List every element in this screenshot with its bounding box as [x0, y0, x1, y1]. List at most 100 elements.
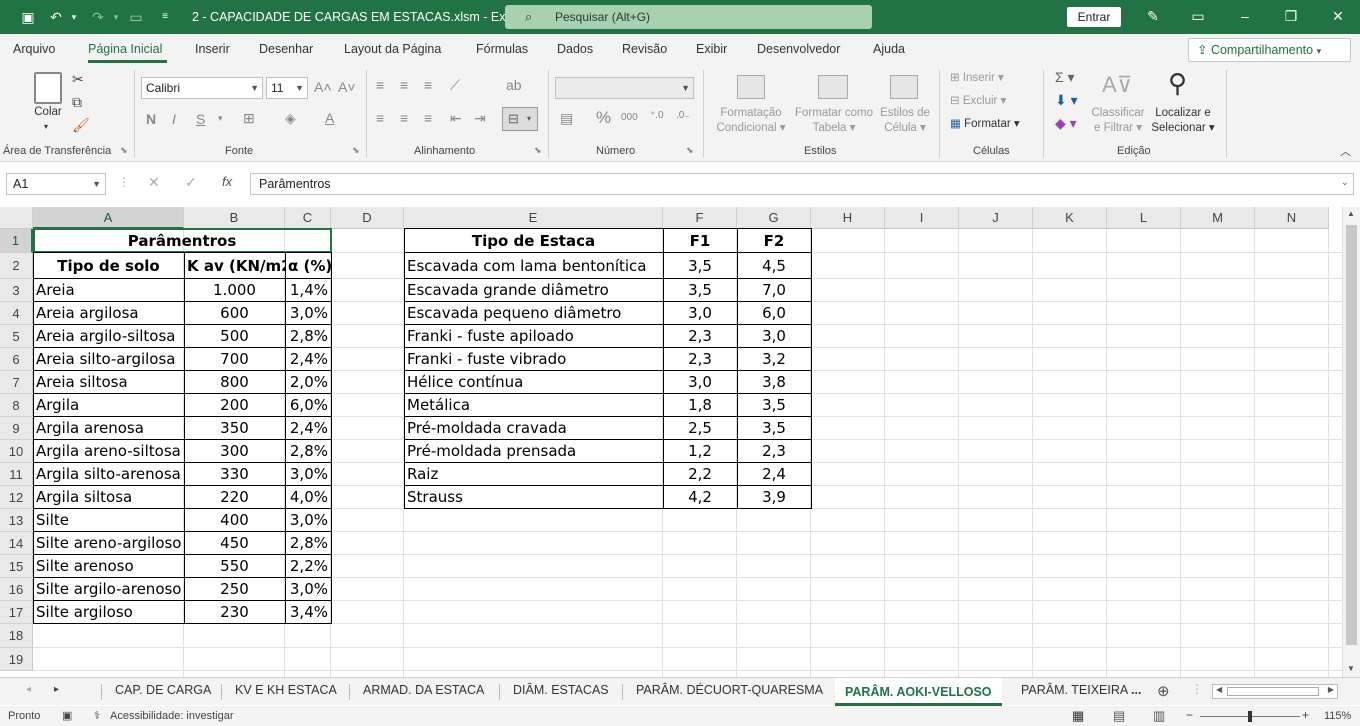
row-header-12[interactable]: 12 — [0, 486, 33, 509]
zoom-slider-thumb[interactable] — [1248, 711, 1252, 722]
tab-dados[interactable]: Dados — [557, 42, 593, 56]
number-launcher-icon[interactable]: ⬊ — [686, 145, 694, 156]
increase-font-icon[interactable]: A˄ — [314, 79, 332, 95]
alignment-launcher-icon[interactable]: ⬊ — [534, 145, 542, 156]
ribbon-display-icon[interactable]: ▭ — [1188, 8, 1208, 25]
row-header-11[interactable]: 11 — [0, 463, 33, 486]
column-header-N[interactable]: N — [1255, 207, 1329, 229]
column-header-E[interactable]: E — [404, 207, 663, 229]
redo-icon[interactable]: ↷ — [90, 9, 106, 25]
tab-pagina-inicial[interactable]: Página Inicial — [88, 42, 162, 56]
underline-dropdown-icon[interactable]: ▾ — [218, 113, 223, 124]
page-break-view-icon[interactable]: ▥ — [1153, 708, 1165, 724]
sort-filter-button[interactable]: Classificar e Filtrar ▾ — [1088, 106, 1148, 136]
format-table-icon[interactable] — [818, 75, 848, 99]
tab-desenhar[interactable]: Desenhar — [259, 42, 313, 56]
align-middle-icon[interactable]: ≡ — [400, 77, 408, 93]
row-header-18[interactable]: 18 — [0, 624, 33, 648]
more-sheets[interactable]: ... — [1131, 683, 1141, 697]
normal-view-icon[interactable]: ▦ — [1072, 708, 1084, 724]
horizontal-scrollbar[interactable]: ◀ ▶ — [1212, 684, 1338, 699]
sheet-tab[interactable]: PARÂM. TEIXEIRA — [1021, 683, 1128, 697]
decrease-indent-icon[interactable]: ⇤ — [450, 110, 462, 127]
tab-desenvolvedor[interactable]: Desenvolvedor — [757, 42, 840, 56]
row-header-2[interactable]: 2 — [0, 253, 33, 279]
accessibility-status[interactable]: Acessibilidade: investigar — [110, 710, 234, 722]
insert-cells-button[interactable]: ⊞ Inserir ▾ — [950, 71, 1004, 86]
column-header-G[interactable]: G — [737, 207, 811, 229]
row-header-19[interactable]: 19 — [0, 648, 33, 671]
signin-button[interactable]: Entrar — [1067, 7, 1121, 27]
tab-inserir[interactable]: Inserir — [195, 42, 230, 56]
percent-icon[interactable]: % — [596, 108, 611, 128]
macro-record-icon[interactable]: ▣ — [62, 709, 72, 722]
column-header-H[interactable]: H — [811, 207, 885, 229]
clear-icon[interactable]: ◆ ▾ — [1055, 115, 1077, 132]
customize-toolbar-icon[interactable]: ≡ — [157, 9, 173, 25]
cell-styles-button[interactable]: Estilos de Célula ▾ — [876, 106, 934, 136]
row-header-14[interactable]: 14 — [0, 532, 33, 555]
row-header-9[interactable]: 9 — [0, 417, 33, 440]
align-center-icon[interactable]: ≡ — [400, 110, 408, 126]
decrease-decimal-icon[interactable]: .0₋ — [676, 110, 690, 121]
merge-center-button[interactable]: ⊟ ▾ — [502, 107, 538, 131]
select-all-corner[interactable] — [0, 207, 33, 229]
font-size-select[interactable]: 11 ▼ — [266, 77, 308, 99]
row-header-6[interactable]: 6 — [0, 348, 33, 371]
accounting-format-icon[interactable]: ▤ — [560, 110, 573, 127]
prev-sheet-icon[interactable]: ◂ — [26, 684, 31, 695]
column-header-F[interactable]: F — [663, 207, 737, 229]
row-header-5[interactable]: 5 — [0, 325, 33, 348]
font-name-select[interactable]: Calibri ▼ — [141, 77, 263, 99]
copy-icon[interactable]: ⧉ — [72, 94, 82, 111]
accessibility-icon[interactable]: ⚕ — [94, 709, 100, 722]
fill-color-icon[interactable]: ◈ — [285, 110, 296, 127]
font-color-icon[interactable]: A — [325, 110, 334, 126]
share-button[interactable]: ⇪ Compartilhamento ▾ — [1188, 38, 1351, 62]
add-sheet-icon[interactable]: ⊕ — [1157, 682, 1170, 700]
row-header-13[interactable]: 13 — [0, 509, 33, 532]
sort-filter-icon[interactable]: A⊽ — [1102, 72, 1133, 98]
format-painter-icon[interactable]: 🖌 — [72, 117, 90, 134]
underline-button[interactable]: S — [196, 111, 205, 127]
number-format-select[interactable]: ▼ — [555, 77, 694, 99]
sheet-tab[interactable]: DIÂM. ESTACAS — [513, 683, 609, 697]
save-icon[interactable]: ▣ — [20, 9, 36, 25]
paste-label[interactable]: Colar — [28, 105, 68, 120]
tab-revisao[interactable]: Revisão — [622, 42, 667, 56]
minimize-icon[interactable]: – — [1235, 8, 1255, 24]
redo-dropdown-icon[interactable]: ▾ — [108, 9, 124, 25]
vertical-scrollbar[interactable]: ▲ ▼ — [1342, 207, 1360, 677]
delete-cells-button[interactable]: ⊟ Excluir ▾ — [950, 94, 1006, 109]
row-header-10[interactable]: 10 — [0, 440, 33, 463]
undo-icon[interactable]: ↶ — [48, 9, 64, 25]
zoom-level[interactable]: 115% — [1324, 710, 1351, 722]
sheet-tab[interactable]: PARÂM. AOKI-VELLOSO — [835, 678, 1002, 706]
column-header-A[interactable]: A — [33, 207, 184, 229]
row-header-1[interactable]: 1 — [0, 229, 33, 253]
column-header-D[interactable]: D — [331, 207, 404, 229]
cut-icon[interactable]: ✂ — [72, 71, 84, 88]
enter-icon[interactable]: ✓ — [185, 174, 197, 191]
row-header-4[interactable]: 4 — [0, 302, 33, 325]
row-header-16[interactable]: 16 — [0, 578, 33, 601]
next-sheet-icon[interactable]: ▸ — [54, 684, 59, 695]
align-right-icon[interactable]: ≡ — [424, 110, 432, 126]
increase-decimal-icon[interactable]: ⁺.0 — [650, 110, 664, 121]
paste-icon[interactable] — [34, 72, 62, 104]
cancel-icon[interactable]: ✕ — [148, 174, 160, 191]
fill-icon[interactable]: ⬇ ▾ — [1055, 92, 1078, 109]
column-header-C[interactable]: C — [285, 207, 331, 229]
row-header-7[interactable]: 7 — [0, 371, 33, 394]
font-launcher-icon[interactable]: ⬊ — [352, 145, 360, 156]
bold-button[interactable]: N — [146, 111, 156, 127]
format-as-table-button[interactable]: Formatar como Tabela ▾ — [790, 106, 878, 136]
search-box[interactable]: ⌕ Pesquisar (Alt+G) — [505, 5, 872, 29]
maximize-icon[interactable]: ❐ — [1281, 8, 1301, 25]
tab-formulas[interactable]: Fórmulas — [476, 42, 528, 56]
undo-dropdown-icon[interactable]: ▾ — [66, 9, 82, 25]
sheet-tab[interactable]: PARÂM. DÉCUORT-QUARESMA — [636, 683, 823, 697]
find-select-button[interactable]: Localizar e Selecionar ▾ — [1148, 106, 1218, 136]
column-header-B[interactable]: B — [184, 207, 285, 229]
column-header-I[interactable]: I — [885, 207, 959, 229]
